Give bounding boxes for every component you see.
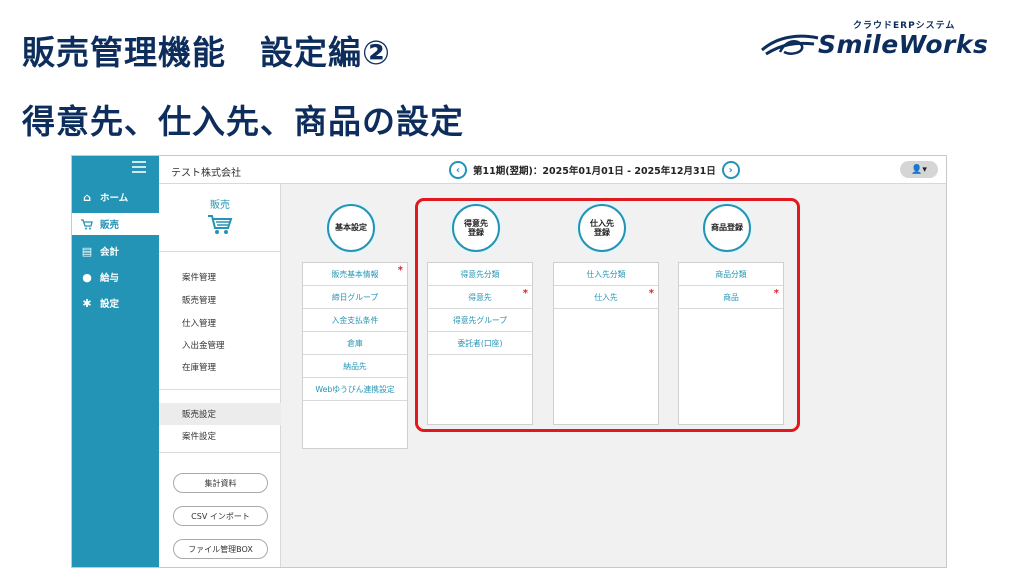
sidebar-item-accounting[interactable]: ▤ 会計 (72, 240, 159, 262)
chevron-left-icon[interactable]: ‹ (449, 161, 467, 179)
list-item[interactable]: 倉庫 (303, 332, 407, 355)
user-menu-button[interactable]: 👤▾ (900, 161, 938, 178)
chevron-right-icon[interactable]: › (721, 161, 740, 179)
sidebar-item-payroll[interactable]: ● 給与 (72, 266, 159, 288)
csv-import-button[interactable]: CSV インポート (173, 506, 268, 526)
sidebar: ⌂ ホーム 販売 ▤ 会計 ● 給与 ✱ 設定 (72, 156, 159, 567)
required-mark: * (397, 265, 403, 276)
sidebar-item-label: ホーム (100, 193, 129, 204)
subnav-link-sales[interactable]: 販売管理 (182, 294, 216, 306)
list-item[interactable]: 入金支払条件 (303, 309, 407, 332)
sidebar-item-label: 会計 (100, 247, 120, 258)
cart-icon (80, 217, 94, 231)
subnav-setting-projects[interactable]: 案件設定 (159, 425, 281, 447)
fiscal-period: 第11期(翌期)：2025年01月01日 - 2025年12月31日 (473, 166, 716, 177)
highlight-box (415, 198, 800, 432)
list-item[interactable]: 納品先 (303, 355, 407, 378)
slide-title: 販売管理機能 設定編② (22, 33, 391, 72)
file-box-button[interactable]: ファイル管理BOX (173, 539, 268, 559)
sidebar-item-label: 販売 (100, 220, 120, 231)
company-name: テスト株式会社 (171, 168, 241, 179)
subnav-link-payments[interactable]: 入出金管理 (182, 339, 225, 351)
list-item[interactable]: Webゆうびん連携設定 (303, 378, 407, 401)
sub-navigation: 販売 案件管理 販売管理 仕入管理 入出金管理 在庫管理 販売設定 案件設定 集… (159, 184, 281, 567)
smileworks-logo: クラウドERPシステム SmileWorks (760, 18, 1005, 68)
logo-mark-icon (761, 34, 819, 56)
basic-settings-circle: 基本設定 (327, 204, 375, 252)
user-icon: 👤▾ (911, 164, 927, 175)
calculator-icon: ▤ (81, 244, 93, 258)
subnav-link-inventory[interactable]: 在庫管理 (182, 361, 216, 373)
home-icon: ⌂ (83, 190, 91, 204)
subnav-setting-sales[interactable]: 販売設定 (159, 403, 281, 425)
top-bar: テスト株式会社 ‹ 第11期(翌期)：2025年01月01日 - 2025年12… (159, 156, 946, 184)
sidebar-item-home[interactable]: ⌂ ホーム (72, 186, 159, 208)
money-bag-icon: ● (82, 270, 92, 284)
logo-name: SmileWorks (818, 30, 989, 59)
menu-icon[interactable] (132, 161, 146, 173)
basic-settings-list: 販売基本情報 * 締日グループ 入金支払条件 倉庫 納品先 Webゆうびん連携設定 (302, 262, 408, 449)
sidebar-item-label: 設定 (100, 299, 120, 310)
list-item[interactable]: 販売基本情報 * (303, 263, 407, 286)
period-selector: ‹ 第11期(翌期)：2025年01月01日 - 2025年12月31日 › (449, 161, 740, 179)
slide-subtitle: 得意先、仕入先、商品の設定 (22, 102, 464, 141)
subnav-title: 販売 (210, 200, 230, 211)
sidebar-item-sales[interactable]: 販売 (72, 213, 159, 235)
subnav-link-purchase[interactable]: 仕入管理 (182, 317, 216, 329)
sidebar-item-settings[interactable]: ✱ 設定 (72, 292, 159, 314)
sidebar-item-label: 給与 (100, 273, 120, 284)
summary-reports-button[interactable]: 集計資料 (173, 473, 268, 493)
gear-icon: ✱ (82, 296, 92, 310)
list-item[interactable]: 締日グループ (303, 286, 407, 309)
subnav-link-projects[interactable]: 案件管理 (182, 271, 216, 283)
cart-icon (208, 215, 233, 234)
